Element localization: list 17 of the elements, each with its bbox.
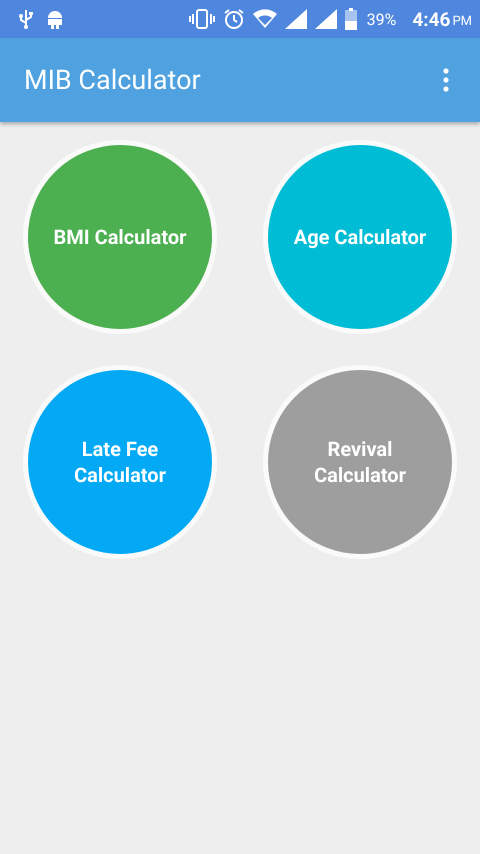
battery-percent: 39% <box>366 10 396 28</box>
clock-period: PM <box>452 14 472 28</box>
signal-icon <box>314 9 337 29</box>
app-title: MIB Calculator <box>24 64 201 96</box>
vibrate-icon <box>188 9 215 29</box>
wifi-icon <box>252 9 277 29</box>
signal-icon <box>284 9 307 29</box>
calculator-button[interactable]: Late Fee Calculator <box>23 365 217 559</box>
android-icon <box>46 9 64 29</box>
more-icon[interactable] <box>442 67 450 93</box>
calculator-button[interactable]: Revival Calculator <box>263 365 457 559</box>
calculator-button[interactable]: BMI Calculator <box>23 140 217 334</box>
calculator-button[interactable]: Age Calculator <box>263 140 457 334</box>
usb-icon <box>18 9 34 29</box>
clock-time: 4:46 <box>412 8 450 30</box>
battery-icon <box>344 8 357 30</box>
alarm-icon <box>222 8 245 30</box>
